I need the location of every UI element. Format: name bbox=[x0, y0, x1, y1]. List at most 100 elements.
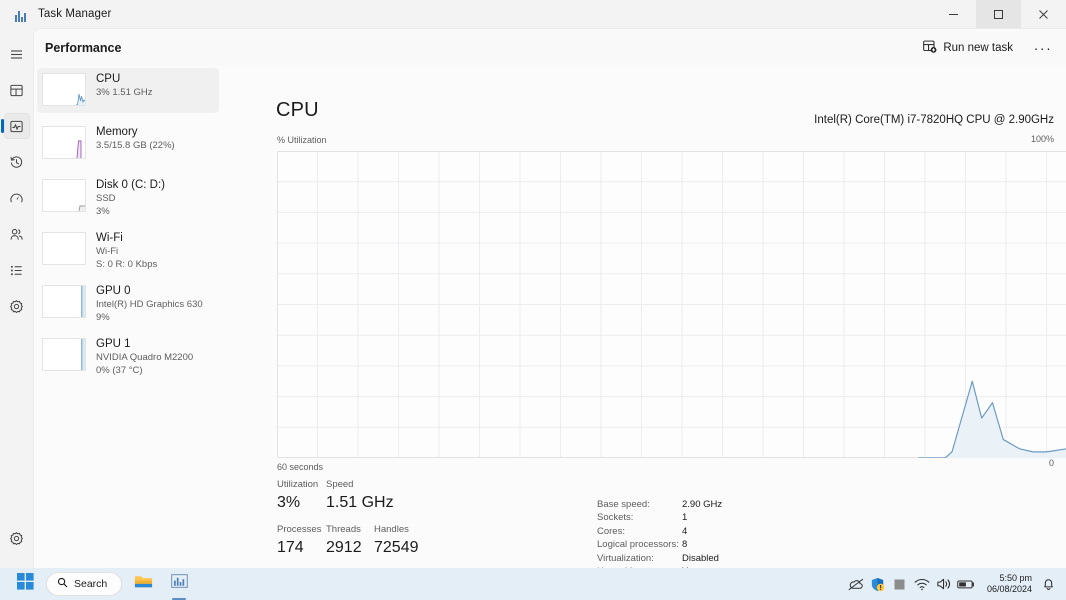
utilization-value: 3% bbox=[277, 494, 301, 511]
startup-rocket-icon bbox=[4, 185, 30, 211]
y-axis-max-label: 100% bbox=[1030, 134, 1054, 144]
resource-name: CPU bbox=[96, 73, 121, 85]
windows-security-tray-icon[interactable] bbox=[867, 571, 889, 597]
resource-name: Wi-Fi bbox=[96, 232, 123, 244]
resource-item-cpu[interactable]: CPU 3% 1.51 GHz bbox=[37, 68, 219, 113]
start-button[interactable] bbox=[10, 571, 40, 597]
threads-value: 2912 bbox=[326, 539, 362, 556]
history-clock-icon bbox=[4, 149, 30, 175]
notifications-button[interactable] bbox=[1038, 571, 1058, 597]
onedrive-tray-icon[interactable] bbox=[845, 571, 867, 597]
resource-item-gpu0[interactable]: GPU 0 Intel(R) HD Graphics 630 9% bbox=[37, 280, 219, 325]
detail-title: CPU bbox=[276, 99, 319, 121]
processes-value: 174 bbox=[277, 539, 304, 556]
resource-item-wifi[interactable]: Wi-Fi Wi-Fi S: 0 R: 0 Kbps bbox=[37, 227, 219, 272]
settings-button[interactable] bbox=[0, 520, 33, 556]
resource-item-disk0[interactable]: Disk 0 (C: D:) SSD 3% bbox=[37, 174, 219, 219]
taskbar: Search 5:50 pm 06/08/2024 bbox=[0, 568, 1066, 600]
more-options-button[interactable]: ··· bbox=[1029, 35, 1057, 61]
resource-sub1: NVIDIA Quadro M2200 bbox=[96, 352, 194, 363]
taskbar-search-box[interactable]: Search bbox=[46, 572, 123, 596]
wifi-tray-icon[interactable] bbox=[911, 571, 933, 597]
start-icon bbox=[16, 573, 34, 595]
close-button[interactable] bbox=[1021, 0, 1066, 28]
spec-row: Virtualization: Disabled bbox=[597, 553, 722, 566]
details-list-icon bbox=[4, 257, 30, 283]
sidebar-item-performance[interactable] bbox=[0, 108, 33, 144]
sidebar-item-services[interactable] bbox=[0, 288, 33, 324]
spec-row: Base speed: 2.90 GHz bbox=[597, 499, 722, 512]
spec-label: Virtualization: bbox=[597, 552, 654, 564]
resource-sub1: 3.5/15.8 GB (22%) bbox=[96, 140, 175, 151]
speed-value: 1.51 GHz bbox=[326, 494, 394, 511]
speed-label: Speed bbox=[326, 479, 354, 490]
hamburger-menu-button[interactable] bbox=[0, 36, 33, 72]
cpu-utilization-graph[interactable] bbox=[277, 151, 1066, 458]
performance-pulse-icon bbox=[3, 113, 30, 139]
tray-app-icon[interactable] bbox=[889, 571, 911, 597]
spec-row: Cores: 4 bbox=[597, 526, 722, 539]
cpu-model-label: Intel(R) Core(TM) i7-7820HQ CPU @ 2.90GH… bbox=[814, 114, 1054, 126]
resource-meta: GPU 0 Intel(R) HD Graphics 630 9% bbox=[96, 285, 203, 324]
y-axis-min-label: 0 bbox=[1048, 458, 1054, 468]
taskbar-clock[interactable]: 5:50 pm 06/08/2024 bbox=[977, 573, 1038, 595]
page-header: Performance Run new task ··· bbox=[34, 29, 1066, 66]
resource-item-gpu1[interactable]: GPU 1 NVIDIA Quadro M2200 0% (37 °C) bbox=[37, 333, 219, 378]
content-area: Performance Run new task ··· CPU 3% 1.51… bbox=[33, 28, 1066, 600]
spec-label: Logical processors: bbox=[597, 539, 679, 551]
clock-time: 5:50 pm bbox=[999, 573, 1032, 583]
title-bar: Task Manager bbox=[0, 0, 1066, 28]
resource-meta: CPU 3% 1.51 GHz bbox=[96, 73, 153, 99]
disk-mini-graph bbox=[42, 179, 86, 212]
volume-tray-icon[interactable] bbox=[933, 571, 955, 597]
resource-sub2: S: 0 R: 0 Kbps bbox=[96, 259, 158, 270]
gpu1-mini-graph bbox=[42, 338, 86, 371]
resource-item-memory[interactable]: Memory 3.5/15.8 GB (22%) bbox=[37, 121, 219, 166]
sidebar-item-users[interactable] bbox=[0, 216, 33, 252]
resource-sub2: 3% bbox=[96, 206, 110, 217]
spec-value: Disabled bbox=[682, 552, 719, 564]
resource-sub1: SSD bbox=[96, 193, 116, 204]
resource-meta: Memory 3.5/15.8 GB (22%) bbox=[96, 126, 175, 152]
resource-meta: Disk 0 (C: D:) SSD 3% bbox=[96, 179, 165, 218]
minimize-button[interactable] bbox=[931, 0, 976, 28]
resource-name: GPU 0 bbox=[96, 285, 131, 297]
spec-value: 4 bbox=[682, 525, 688, 537]
spec-value: 1 bbox=[682, 512, 688, 524]
spec-row: Logical processors: 8 bbox=[597, 539, 722, 552]
maximize-button[interactable] bbox=[976, 0, 1021, 28]
sidebar-item-app-history[interactable] bbox=[0, 144, 33, 180]
resource-sub2: 0% (37 °C) bbox=[96, 365, 143, 376]
taskbar-task-manager[interactable] bbox=[164, 571, 194, 600]
users-icon bbox=[4, 221, 30, 247]
x-axis-label: 60 seconds bbox=[277, 462, 324, 472]
processes-label: Processes bbox=[277, 524, 322, 535]
resource-meta: GPU 1 NVIDIA Quadro M2200 0% (37 °C) bbox=[96, 338, 193, 377]
wifi-mini-graph bbox=[42, 232, 86, 265]
taskbar-file-explorer[interactable] bbox=[128, 571, 158, 597]
run-new-task-button[interactable]: Run new task bbox=[914, 35, 1021, 61]
handles-value: 72549 bbox=[374, 539, 419, 556]
folder-icon bbox=[134, 573, 153, 595]
resource-list: CPU 3% 1.51 GHz Memory 3.5/15.8 GB (22%)… bbox=[34, 66, 222, 569]
sidebar-item-startup-apps[interactable] bbox=[0, 180, 33, 216]
resource-name: Disk 0 (C: D:) bbox=[96, 179, 165, 191]
hamburger-icon bbox=[4, 41, 30, 67]
cpu-mini-graph bbox=[42, 73, 86, 106]
clock-date: 06/08/2024 bbox=[986, 584, 1032, 594]
search-icon bbox=[57, 577, 68, 591]
spec-row: Sockets: 1 bbox=[597, 512, 722, 525]
sidebar-item-details[interactable] bbox=[0, 252, 33, 288]
resource-sub1: 3% 1.51 GHz bbox=[96, 87, 153, 98]
spec-label: Cores: bbox=[597, 525, 625, 537]
handles-label: Handles bbox=[374, 524, 409, 535]
window-title: Task Manager bbox=[38, 8, 112, 20]
task-manager-icon bbox=[12, 6, 28, 22]
battery-tray-icon[interactable] bbox=[955, 571, 977, 597]
gpu0-mini-graph bbox=[42, 285, 86, 318]
resource-name: Memory bbox=[96, 126, 138, 138]
performance-body: CPU 3% 1.51 GHz Memory 3.5/15.8 GB (22%)… bbox=[34, 66, 1066, 600]
sidebar-item-processes[interactable] bbox=[0, 72, 33, 108]
settings-gear-icon bbox=[4, 525, 30, 551]
spec-value: 8 bbox=[682, 539, 688, 551]
